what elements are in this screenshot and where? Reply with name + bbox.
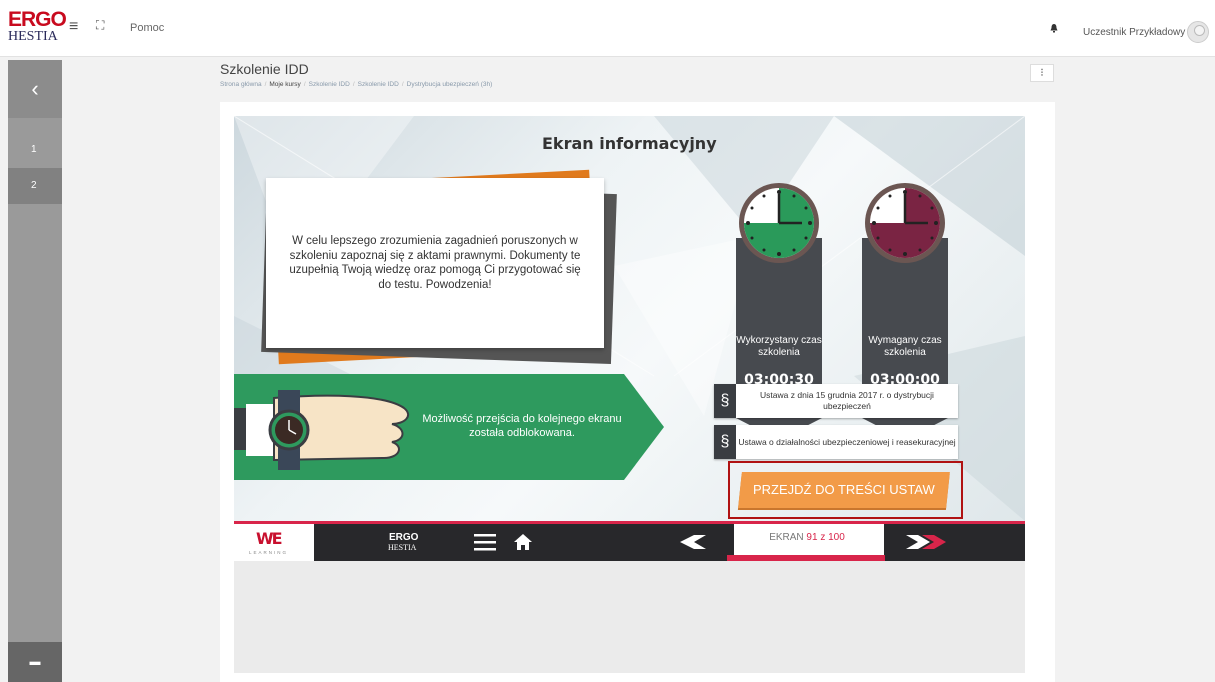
bell-icon[interactable] bbox=[1049, 23, 1059, 33]
breadcrumb-separator: / bbox=[303, 81, 306, 88]
sidebar-item-2[interactable]: 2 bbox=[8, 168, 62, 204]
expand-icon[interactable]: ⛶ bbox=[96, 18, 104, 33]
goto-laws-button[interactable]: PRZEJDŹ DO TREŚCI USTAW bbox=[738, 472, 950, 508]
info-note: W celu lepszego zrozumienia zagadnień po… bbox=[266, 178, 604, 348]
help-link[interactable]: Pomoc bbox=[130, 22, 164, 34]
clock-icon bbox=[865, 183, 945, 263]
hamburger-icon[interactable]: ≡ bbox=[69, 18, 78, 36]
avatar-icon[interactable] bbox=[1187, 21, 1209, 43]
clock-icon bbox=[739, 183, 819, 263]
breadcrumb-my-courses[interactable]: Moje kursy bbox=[269, 81, 300, 88]
paragraph-icon: § bbox=[714, 425, 736, 459]
home-icon[interactable] bbox=[514, 533, 532, 551]
law-title: Ustawa z dnia 15 grudnia 2017 r. o dystr… bbox=[760, 390, 934, 411]
law-item-distribution[interactable]: § Ustawa z dnia 15 grudnia 2017 r. o dys… bbox=[714, 384, 958, 418]
ergo-hestia-logo[interactable]: ERGO HESTIA bbox=[8, 8, 67, 46]
we-learning-mark: WE bbox=[256, 529, 283, 548]
logo-line1: ERGO bbox=[8, 8, 67, 31]
breadcrumb-home[interactable]: Strona główna bbox=[220, 81, 262, 88]
user-name[interactable]: Uczestnik Przykładowy bbox=[1083, 27, 1185, 38]
used-time-label: Wykorzystany czas szkolenia bbox=[736, 335, 822, 358]
page-title: Szkolenie IDD bbox=[220, 61, 309, 77]
screen-title: Ekran informacyjny bbox=[542, 134, 717, 153]
screen-counter-prefix: EKRAN bbox=[769, 532, 804, 543]
next-arrow-icon[interactable] bbox=[906, 535, 946, 549]
menu-icon[interactable] bbox=[474, 532, 496, 552]
player-ergo-line1: ERGO bbox=[389, 532, 419, 543]
player-bar: WE LEARNING ERGO HESTIA EKRAN 91 z 100 bbox=[234, 521, 1025, 561]
top-bar: ERGO HESTIA ≡ ⛶ Pomoc Uczestnik Przykład… bbox=[0, 0, 1215, 57]
we-learning-sub: LEARNING bbox=[249, 550, 289, 555]
law-item-insurance-activity[interactable]: § Ustawa o działalności ubezpieczeniowej… bbox=[714, 425, 958, 459]
paragraph-icon: § bbox=[714, 384, 736, 418]
screen-counter-value: 91 z 100 bbox=[806, 532, 845, 543]
player-ergo-line2: HESTIA bbox=[388, 543, 417, 552]
info-text: W celu lepszego zrozumienia zagadnień po… bbox=[289, 235, 581, 291]
logo-line2: HESTIA bbox=[8, 29, 58, 44]
course-screen: Ekran informacyjny W celu lepszego zrozu… bbox=[234, 116, 1025, 521]
unlock-text: Możliwość przejścia do kolejnego ekranu … bbox=[422, 413, 622, 439]
chevron-left-icon[interactable]: ‹ bbox=[8, 60, 62, 118]
actions-menu-icon[interactable]: ⁝ bbox=[1030, 64, 1054, 82]
sidebar-bottom-icon[interactable]: ▬ bbox=[8, 642, 62, 682]
breadcrumb-course[interactable]: Szkolenie IDD bbox=[309, 81, 350, 88]
prev-arrow-icon[interactable] bbox=[680, 535, 706, 549]
breadcrumb-separator: / bbox=[401, 81, 404, 88]
breadcrumb: Strona główna / Moje kursy / Szkolenie IDD / S… bbox=[220, 81, 492, 88]
breadcrumb-separator: / bbox=[352, 81, 355, 88]
player-footer-area bbox=[234, 561, 1025, 673]
breadcrumb-course-section[interactable]: Szkolenie IDD bbox=[358, 81, 399, 88]
screen-counter: EKRAN 91 z 100 bbox=[742, 532, 872, 543]
course-sidebar: ‹ 1 2 ▬ bbox=[8, 60, 62, 682]
sidebar-item-1[interactable]: 1 bbox=[8, 132, 62, 168]
breadcrumb-module[interactable]: Dystrybucja ubezpieczeń (3h) bbox=[407, 81, 493, 88]
breadcrumb-separator: / bbox=[264, 81, 267, 88]
required-time-label: Wymagany czas szkolenia bbox=[868, 335, 942, 358]
goto-laws-label: PRZEJDŹ DO TREŚCI USTAW bbox=[753, 482, 935, 497]
law-title: Ustawa o działalności ubezpieczeniowej i… bbox=[738, 436, 956, 447]
